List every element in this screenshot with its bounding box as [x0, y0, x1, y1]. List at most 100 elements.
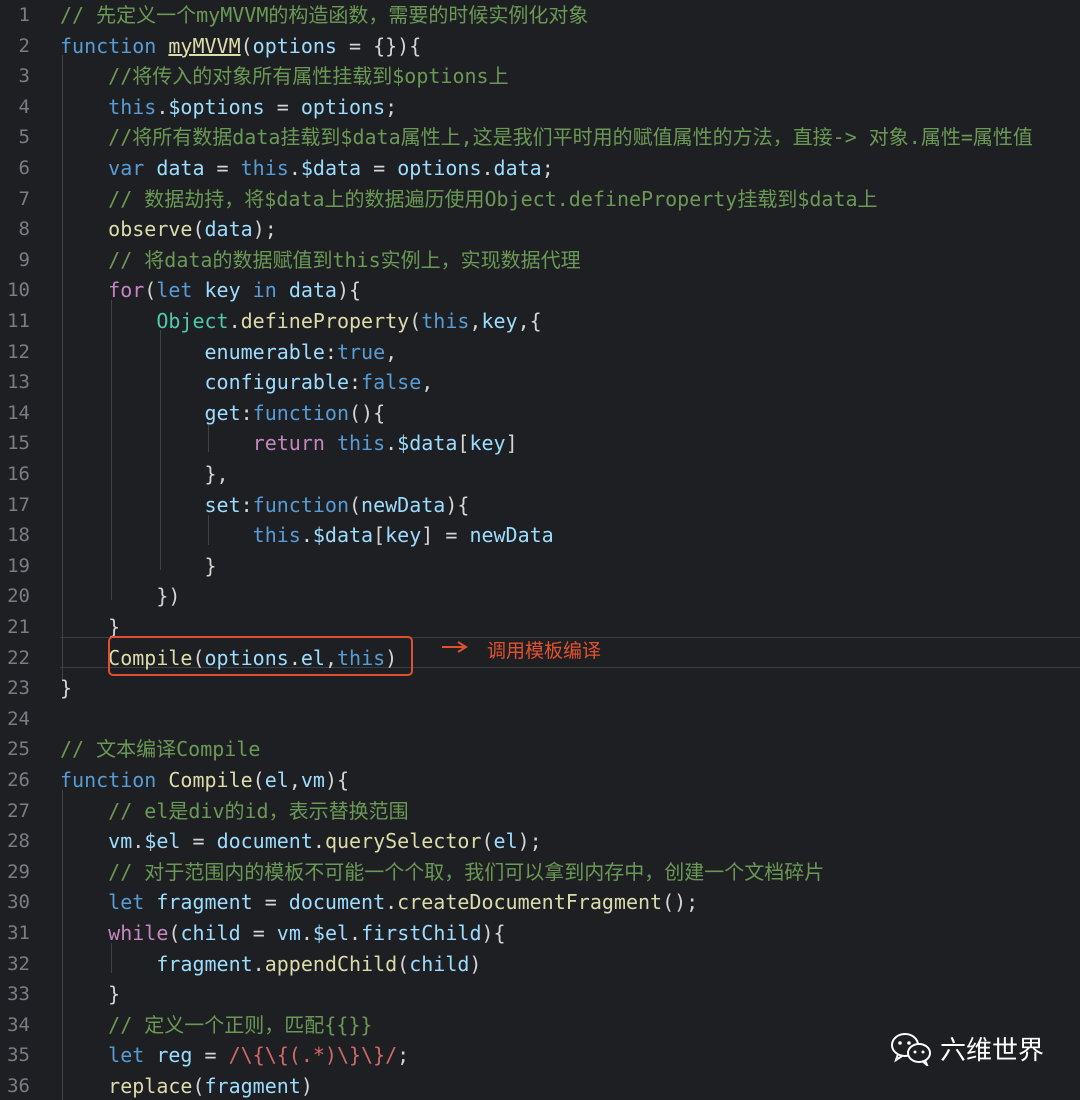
- code-text: return this.$data[key]: [60, 428, 518, 459]
- code-line[interactable]: 36 replace(fragment): [0, 1071, 1080, 1100]
- code-line[interactable]: 33 }: [0, 979, 1080, 1010]
- code-line[interactable]: 23}: [0, 673, 1080, 704]
- line-number: 31: [7, 922, 30, 944]
- code-line[interactable]: 13 configurable:false,: [0, 367, 1080, 398]
- code-line[interactable]: 15 return this.$data[key]: [0, 428, 1080, 459]
- code-token: fragment: [204, 1074, 301, 1098]
- code-token: .: [156, 94, 169, 119]
- code-text: replace(fragment): [60, 1071, 313, 1100]
- code-line[interactable]: 17 set:function(newData){: [0, 490, 1080, 521]
- code-token: data: [493, 156, 542, 180]
- code-line[interactable]: 7 // 数据劫持，将$data上的数据遍历使用Object.definePro…: [0, 184, 1080, 215]
- code-token: (: [144, 278, 157, 303]
- code-token: options: [300, 94, 386, 119]
- code-token: Object: [156, 309, 229, 333]
- code-line[interactable]: 32 fragment.appendChild(child): [0, 949, 1080, 980]
- code-line[interactable]: 30 let fragment = document.createDocumen…: [0, 887, 1080, 918]
- code-line[interactable]: 20 }): [0, 581, 1080, 612]
- code-line[interactable]: 10 for(let key in data){: [0, 275, 1080, 306]
- code-token: function: [60, 33, 169, 58]
- arrow-right-icon: [442, 641, 468, 653]
- code-line[interactable]: 9 // 将data的数据赋值到this实例上，实现数据代理: [0, 245, 1080, 276]
- code-token: false: [361, 370, 422, 395]
- code-line[interactable]: 8 observe(data);: [0, 214, 1080, 245]
- code-line[interactable]: 18 this.$data[key] = newData: [0, 520, 1080, 551]
- code-token: appendChild: [264, 951, 398, 976]
- line-number: 26: [7, 769, 30, 791]
- line-number: 30: [7, 891, 30, 914]
- code-token: options: [252, 33, 337, 58]
- code-token: createDocumentFragment: [397, 890, 663, 915]
- code-line[interactable]: 26 function Compile(el,vm){: [0, 765, 1080, 796]
- line-number: 17: [7, 493, 30, 516]
- code-token: ,: [421, 370, 434, 395]
- code-token: =: [240, 921, 277, 945]
- code-token: .: [132, 829, 145, 854]
- code-text: observe(data);: [60, 214, 277, 245]
- code-text: var data = this.$data = options.data;: [60, 153, 554, 184]
- code-token: while: [108, 921, 169, 945]
- code-token: document: [288, 890, 386, 915]
- code-line[interactable]: 4 this.$options = options;: [0, 92, 1080, 123]
- code-text: //将传入的对象所有属性挂载到$options上: [60, 61, 508, 92]
- line-number: 27: [7, 799, 30, 822]
- line-number: 13: [7, 371, 30, 394]
- code-token: // 先定义一个myMVVM的构造函数，需要的时候实例化对象: [60, 3, 589, 27]
- code-token: (: [481, 829, 494, 854]
- code-token: let: [108, 1043, 157, 1068]
- code-token: newData: [469, 523, 554, 548]
- code-token: // 数据劫持，将$data上的数据遍历使用Object.definePrope…: [60, 186, 878, 211]
- code-editor[interactable]: 1 // 先定义一个myMVVM的构造函数，需要的时候实例化对象 2 function…: [0, 0, 1080, 1100]
- code-line[interactable]: 6 var data = this.$data = options.data;: [0, 153, 1080, 184]
- code-line[interactable]: 28 vm.$el = document.querySelector(el);: [0, 826, 1080, 857]
- code-text: // el是div的id，表示替换范围: [60, 796, 408, 827]
- code-token: =: [192, 1043, 229, 1068]
- code-token: data: [204, 217, 253, 242]
- code-token: child: [409, 951, 470, 976]
- code-line[interactable]: 11 Object.defineProperty(this,key,{: [0, 306, 1080, 337]
- code-text: // 数据劫持，将$data上的数据遍历使用Object.definePrope…: [60, 184, 878, 215]
- line-number: 34: [7, 1013, 30, 1036]
- code-token: function: [60, 768, 169, 792]
- code-text: fragment.appendChild(child): [60, 949, 481, 980]
- code-line[interactable]: 31 while(child = vm.$el.firstChild){: [0, 918, 1080, 949]
- code-token: key: [385, 523, 422, 548]
- code-token: $data: [300, 156, 362, 180]
- code-token: replace: [108, 1074, 193, 1098]
- code-line[interactable]: 5 //将所有数据data挂载到$data属性上,这是我们平时用的赋值属性的方法…: [0, 122, 1080, 153]
- code-line[interactable]: 1 // 先定义一个myMVVM的构造函数，需要的时候实例化对象: [0, 0, 1080, 31]
- code-token: [: [373, 523, 386, 548]
- code-token: ,: [469, 309, 482, 333]
- code-line[interactable]: 24: [0, 704, 1080, 735]
- code-line[interactable]: 3 //将传入的对象所有属性挂载到$options上: [0, 61, 1080, 92]
- code-token: ){: [481, 921, 506, 945]
- code-token: $el: [312, 921, 350, 945]
- code-token: reg: [156, 1043, 193, 1068]
- code-line[interactable]: 25 // 文本编译Compile: [0, 734, 1080, 765]
- code-token: observe: [108, 217, 193, 242]
- line-number: 14: [7, 401, 30, 424]
- code-token: .: [300, 523, 313, 548]
- code-line[interactable]: 27 // el是div的id，表示替换范围: [0, 796, 1080, 827]
- code-text: let reg = /\{\{(.*)\}\}/;: [60, 1040, 409, 1071]
- code-text: function myMVVM(options = {}){: [60, 31, 421, 62]
- code-line[interactable]: 16 },: [0, 459, 1080, 490]
- watermark-text: 六维世界: [940, 1036, 1045, 1066]
- code-token: key: [481, 309, 518, 333]
- code-token: enumerable: [204, 339, 325, 364]
- code-token: // 对于范围内的模板不可能一个个取，我们可以拿到内存中，创建一个文档碎片: [60, 859, 825, 884]
- code-line[interactable]: 29 // 对于范围内的模板不可能一个个取，我们可以拿到内存中，创建一个文档碎片: [0, 857, 1080, 888]
- code-line[interactable]: 2 function myMVVM(options = {}){: [0, 31, 1080, 62]
- code-token: get: [204, 400, 241, 425]
- annotation-label: 调用模板编译: [487, 640, 602, 662]
- code-token: this: [336, 431, 386, 456]
- code-token: defineProperty: [240, 309, 410, 333]
- code-text: // 对于范围内的模板不可能一个个取，我们可以拿到内存中，创建一个文档碎片: [60, 857, 824, 888]
- code-line[interactable]: 14 get:function(){: [0, 398, 1080, 429]
- code-line[interactable]: 19 }: [0, 551, 1080, 582]
- code-line[interactable]: 12 enumerable:true,: [0, 337, 1080, 368]
- line-number: 6: [18, 157, 30, 179]
